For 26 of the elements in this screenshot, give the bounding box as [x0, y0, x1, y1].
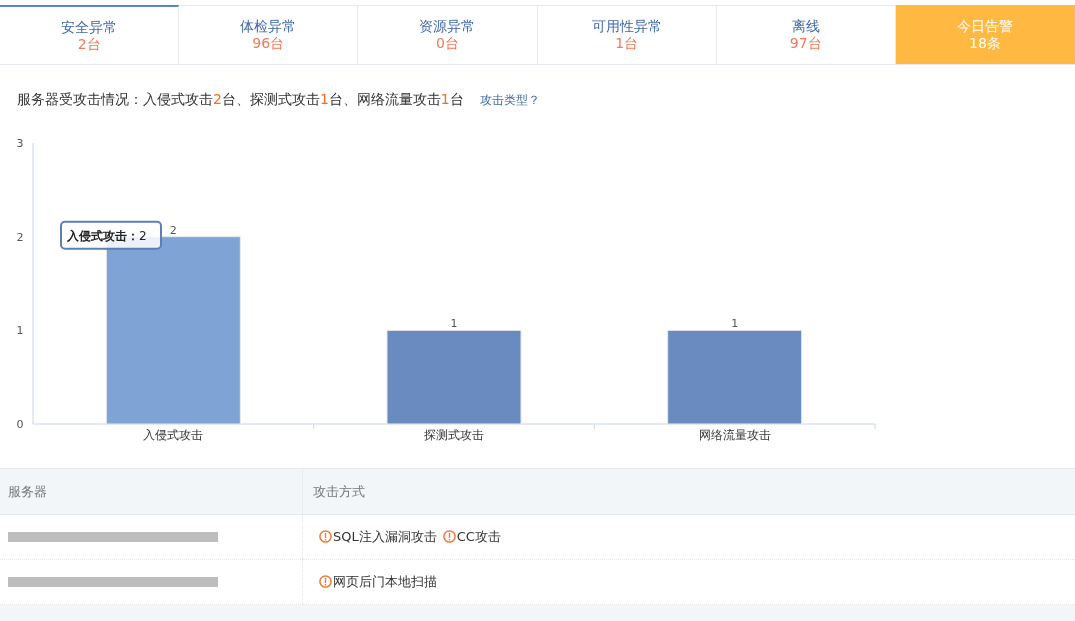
tab[interactable]: 可用性异常 1台 — [537, 5, 717, 64]
tick-label: 0 — [16, 418, 24, 431]
warning-icon — [319, 530, 332, 544]
axis-label: 入侵式攻击 — [143, 428, 204, 442]
tab[interactable]: 体检异常 96台 — [179, 5, 359, 64]
column-header: 服务器 — [0, 468, 303, 515]
tick-label: 2 — [16, 230, 24, 244]
data-label: 1 — [450, 317, 458, 331]
tab[interactable]: 离线 97台 — [716, 5, 896, 64]
warning-icon — [319, 575, 332, 589]
column-header: 攻击方式 — [302, 468, 1075, 515]
chart-tooltip: 入侵式攻击：2 — [60, 220, 162, 250]
attack-tag: 网页后门本地扫描 — [319, 572, 437, 591]
attack-tag: CC攻击 — [442, 527, 501, 546]
attack-types-link[interactable]: 攻击类型？ — [479, 91, 540, 109]
tick-label: 1 — [16, 324, 24, 338]
axis-label: 网络流量攻击 — [698, 428, 771, 442]
data-label: 2 — [169, 223, 177, 237]
data-label: 1 — [731, 317, 739, 331]
tab[interactable]: 资源异常 0台 — [358, 5, 538, 64]
summary-text: 服务器受攻击情况：入侵式攻击2台、探测式攻击1台、网络流量攻击1台 — [17, 91, 464, 109]
axis-label: 探测式攻击 — [424, 428, 484, 442]
warning-icon — [442, 530, 456, 544]
attack-tag: SQL注入漏洞攻击 — [319, 527, 437, 546]
tick-label: 3 — [16, 137, 24, 150]
tab[interactable]: 安全异常 2台 — [0, 5, 180, 64]
